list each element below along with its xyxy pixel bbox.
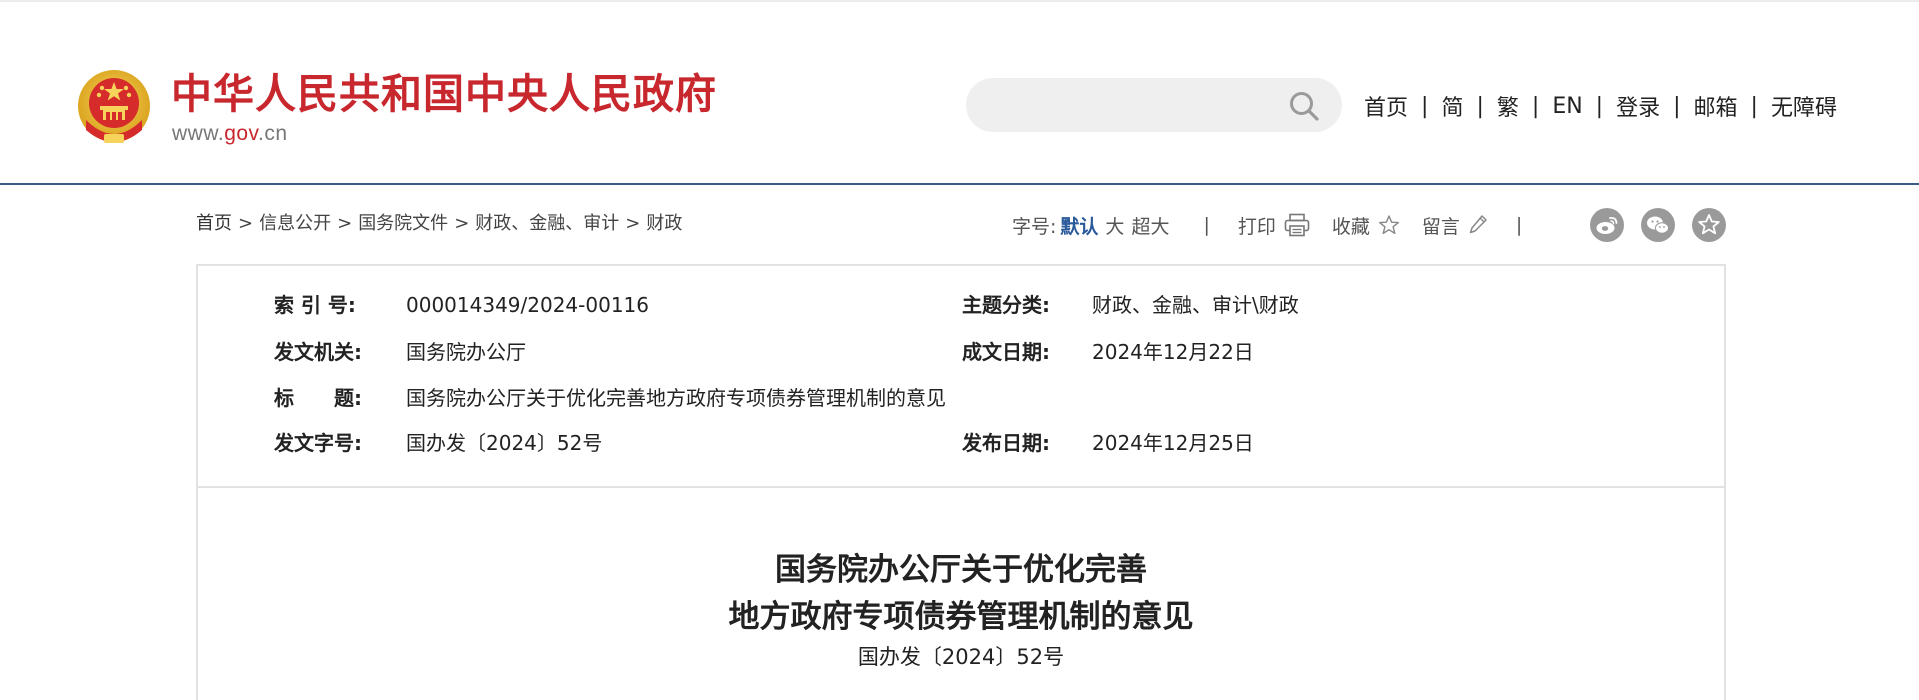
nav-separator: | xyxy=(1750,93,1758,119)
site-url-accent: gov xyxy=(224,122,258,145)
breadcrumb-separator: > xyxy=(238,213,254,234)
print-button[interactable]: 打印 xyxy=(1238,212,1310,239)
nav-accessibility[interactable]: 无障碍 xyxy=(1771,90,1837,122)
site-url-suffix: .cn xyxy=(258,122,288,145)
breadcrumb-separator: > xyxy=(625,213,641,234)
index-no-value: 000014349/2024-00116 xyxy=(406,293,649,317)
share-weibo[interactable] xyxy=(1590,208,1624,242)
info-row-index: 索 引 号: 000014349/2024-00116 xyxy=(274,290,649,320)
publish-date-value: 2024年12月25日 xyxy=(1092,431,1254,455)
nav-separator: | xyxy=(1531,93,1540,119)
wechat-icon xyxy=(1647,216,1669,234)
written-date-label: 成文日期: xyxy=(962,340,1050,364)
star-outline-icon xyxy=(1378,215,1399,235)
nav-separator: | xyxy=(1673,93,1681,119)
national-emblem-icon[interactable] xyxy=(76,68,152,148)
comment-button[interactable]: 留言 xyxy=(1422,212,1488,239)
info-row-doc-no: 发文字号: 国办发〔2024〕52号 xyxy=(274,428,602,458)
toolbar-separator: | xyxy=(1515,214,1523,236)
document-info-table: 索 引 号: 000014349/2024-00116 主题分类: 财政、金融、审计… xyxy=(196,264,1726,488)
document-content: 国务院办公厅关于优化完善 地方政府专项债券管理机制的意见 国办发〔2024〕52… xyxy=(196,488,1726,700)
doc-no-value: 国办发〔2024〕52号 xyxy=(406,431,603,455)
breadcrumb-info-disclosure[interactable]: 信息公开 xyxy=(259,213,331,234)
nav-simplified[interactable]: 简 xyxy=(1441,90,1463,122)
search-box xyxy=(966,78,1342,132)
site-header: 中华人民共和国中央人民政府 www.gov.cn 首页 | 简 | 繁 | EN… xyxy=(0,2,1919,184)
site-url[interactable]: www.gov.cn xyxy=(172,121,288,147)
pencil-icon xyxy=(1469,215,1487,234)
search-icon[interactable] xyxy=(1288,90,1320,122)
search-input[interactable] xyxy=(988,88,1268,122)
top-nav: 首页 | 简 | 繁 | EN | 登录 | 邮箱 | 无障碍 xyxy=(1364,90,1837,122)
nav-login[interactable]: 登录 xyxy=(1616,90,1660,122)
favorite-star-icon xyxy=(1698,214,1720,235)
breadcrumb-finance[interactable]: 财政 xyxy=(646,213,682,234)
font-size-xlarge[interactable]: 超大 xyxy=(1131,212,1169,239)
nav-separator: | xyxy=(1476,93,1484,119)
nav-separator: | xyxy=(1421,93,1429,119)
breadcrumb-finance-audit[interactable]: 财政、金融、审计 xyxy=(475,213,619,234)
issuer-value: 国务院办公厅 xyxy=(406,340,526,364)
breadcrumb-state-council-docs[interactable]: 国务院文件 xyxy=(358,213,448,234)
info-row-title: 标 题: 国务院办公厅关于优化完善地方政府专项债券管理机制的意见 xyxy=(274,383,946,413)
document-title-line-2: 地方政府专项债券管理机制的意见 xyxy=(728,599,1194,635)
font-size-large[interactable]: 大 xyxy=(1105,212,1124,239)
share-wechat[interactable] xyxy=(1641,208,1675,242)
share-favorite[interactable] xyxy=(1692,208,1726,242)
written-date-value: 2024年12月22日 xyxy=(1092,340,1254,364)
nav-english[interactable]: EN xyxy=(1552,94,1582,119)
category-value: 财政、金融、审计\财政 xyxy=(1092,293,1299,317)
breadcrumb-separator: > xyxy=(337,213,353,234)
comment-label: 留言 xyxy=(1421,215,1460,238)
nav-traditional[interactable]: 繁 xyxy=(1497,90,1519,122)
weibo-icon xyxy=(1596,216,1618,234)
info-row-category: 主题分类: 财政、金融、审计\财政 xyxy=(962,290,1299,320)
favorite-button[interactable]: 收藏 xyxy=(1332,212,1400,239)
title-label: 标 题: xyxy=(274,386,362,410)
nav-mailbox[interactable]: 邮箱 xyxy=(1694,90,1738,122)
breadcrumb: 首页 > 信息公开 > 国务院文件 > 财政、金融、审计 > 财政 xyxy=(196,212,682,236)
info-row-publish-date: 发布日期: 2024年12月25日 xyxy=(962,428,1254,458)
title-value: 国务院办公厅关于优化完善地方政府专项债券管理机制的意见 xyxy=(406,386,946,410)
breadcrumb-home[interactable]: 首页 xyxy=(196,213,232,234)
article-tools: 字号: 默认 大 超大 | 打印 收藏 留言 | xyxy=(1012,208,1522,242)
category-label: 主题分类: xyxy=(962,293,1050,317)
favorite-label: 收藏 xyxy=(1331,215,1370,238)
font-size-label: 字号: xyxy=(1012,215,1057,238)
toolbar-separator: | xyxy=(1203,214,1210,236)
doc-no-label: 发文字号: xyxy=(274,431,362,455)
info-row-issuer: 发文机关: 国务院办公厅 xyxy=(274,337,526,367)
nav-home[interactable]: 首页 xyxy=(1364,90,1408,122)
document-title-line-1: 国务院办公厅关于优化完善 xyxy=(775,552,1147,588)
font-size-default[interactable]: 默认 xyxy=(1060,212,1098,239)
site-title[interactable]: 中华人民共和国中央人民政府 xyxy=(171,68,717,120)
document-number: 国办发〔2024〕52号 xyxy=(857,645,1065,669)
breadcrumb-separator: > xyxy=(454,213,470,234)
publish-date-label: 发布日期: xyxy=(962,431,1050,455)
issuer-label: 发文机关: xyxy=(274,340,362,364)
nav-separator: | xyxy=(1595,93,1604,119)
print-label: 打印 xyxy=(1237,215,1276,238)
printer-icon xyxy=(1284,213,1310,237)
info-row-written-date: 成文日期: 2024年12月22日 xyxy=(962,337,1254,367)
header-divider xyxy=(0,183,1919,185)
site-url-prefix: www. xyxy=(172,122,225,145)
index-no-label: 索 引 号: xyxy=(274,293,356,317)
